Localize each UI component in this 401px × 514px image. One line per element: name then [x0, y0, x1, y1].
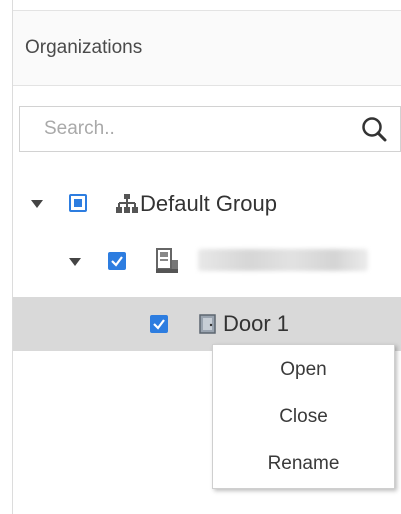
organizations-panel: Organizations Default Group	[12, 0, 401, 514]
checkmark-icon	[111, 256, 123, 267]
device-icon	[156, 248, 178, 273]
menu-item-rename[interactable]: Rename	[213, 442, 394, 486]
tree-node-default-group[interactable]: Default Group	[13, 179, 401, 229]
search-box[interactable]	[19, 106, 401, 152]
checked-checkbox[interactable]	[150, 315, 168, 333]
checkmark-icon	[153, 319, 165, 330]
partial-checkbox[interactable]	[69, 194, 87, 212]
tree-node-label: Door 1	[223, 311, 290, 336]
menu-item-open[interactable]: Open	[213, 348, 394, 392]
search-icon[interactable]	[360, 115, 388, 143]
expand-caret-icon[interactable]	[69, 258, 81, 266]
panel-title: Organizations	[25, 37, 143, 58]
door-icon	[199, 314, 216, 334]
panel-header: Organizations	[13, 10, 401, 86]
context-menu: Open Close Rename	[212, 344, 395, 489]
tree-node-device[interactable]	[13, 237, 401, 287]
tree-node-door-1[interactable]: Door 1	[13, 297, 401, 351]
menu-item-close[interactable]: Close	[213, 395, 394, 439]
tree-node-label: Default Group	[140, 191, 277, 216]
device-label-redacted	[198, 249, 368, 271]
search-input[interactable]	[44, 117, 334, 141]
expand-caret-icon[interactable]	[31, 200, 43, 208]
checked-checkbox[interactable]	[108, 252, 126, 270]
org-tree-icon	[116, 194, 138, 213]
